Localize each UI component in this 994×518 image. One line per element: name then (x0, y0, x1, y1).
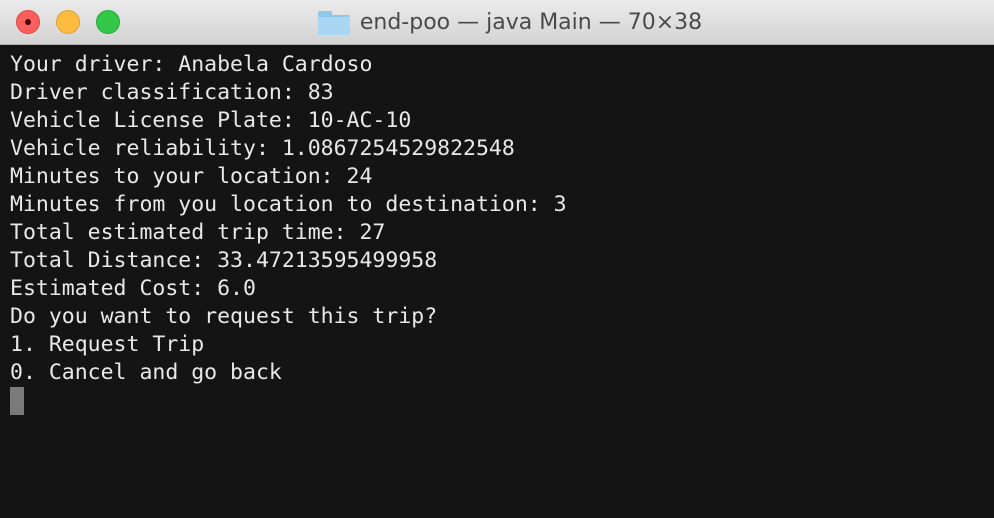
terminal-line-classification: Driver classification: 83 (10, 80, 334, 105)
folder-icon (317, 10, 350, 35)
terminal-line-option-request: 1. Request Trip (10, 332, 205, 357)
window-title-group: end-poo — java Main — 70×38 (0, 0, 994, 45)
terminal-cursor[interactable] (10, 387, 24, 415)
terminal-line-distance: Total Distance: 33.47213595499958 (10, 248, 438, 273)
terminal-output[interactable]: Your driver: Anabela Cardoso Driver clas… (0, 45, 994, 518)
terminal-line-driver: Your driver: Anabela Cardoso (10, 52, 373, 77)
terminal-line-reliability: Vehicle reliability: 1.0867254529822548 (10, 136, 515, 161)
terminal-line-cost: Estimated Cost: 6.0 (10, 276, 256, 301)
terminal-line-minutes-to-location: Minutes to your location: 24 (10, 164, 373, 189)
window-title: end-poo — java Main — 70×38 (359, 10, 703, 35)
terminal-line-minutes-to-destination: Minutes from you location to destination… (10, 192, 567, 217)
terminal-line-trip-time: Total estimated trip time: 27 (10, 220, 386, 245)
terminal-window: end-poo — java Main — 70×38 Your driver:… (0, 0, 994, 518)
terminal-line-option-cancel: 0. Cancel and go back (10, 360, 282, 385)
terminal-line-license-plate: Vehicle License Plate: 10-AC-10 (10, 108, 412, 133)
title-bar[interactable]: end-poo — java Main — 70×38 (0, 0, 994, 45)
terminal-line-prompt: Do you want to request this trip? (10, 304, 438, 329)
